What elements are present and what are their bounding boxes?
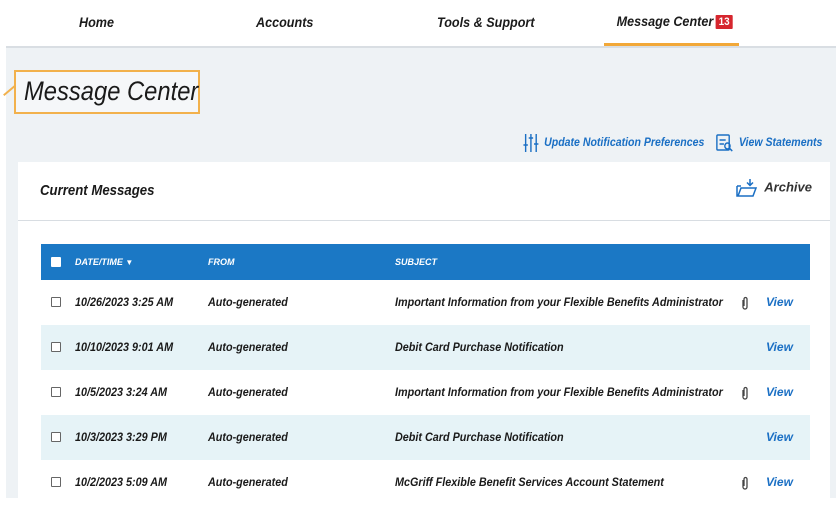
nav-message-center-label: Message Center <box>616 13 714 29</box>
row-checkbox[interactable] <box>51 297 61 307</box>
row-date: 10/2/2023 5:09 AM <box>75 475 168 489</box>
row-subject: Debit Card Purchase Notification <box>395 430 564 444</box>
archive-folder-icon <box>736 179 758 197</box>
row-from: Auto-generated <box>208 430 288 444</box>
row-subject: Debit Card Purchase Notification <box>395 340 564 354</box>
column-header-date-label: Date/Time <box>75 257 123 267</box>
messages-table: Date/Time ▼ From Subject 10/26/2023 3:25… <box>41 244 810 505</box>
view-message-link[interactable]: View <box>766 280 793 325</box>
column-header-date[interactable]: Date/Time ▼ <box>75 244 133 281</box>
top-nav: Home Accounts Tools & Support Message Ce… <box>0 0 836 46</box>
row-date: 10/10/2023 9:01 AM <box>75 340 174 354</box>
archive-button[interactable]: Archive <box>736 178 812 198</box>
row-date: 10/3/2023 3:29 PM <box>75 430 167 444</box>
table-row[interactable]: 10/26/2023 3:25 AM Auto-generated Import… <box>41 280 810 325</box>
table-row[interactable]: 10/10/2023 9:01 AM Auto-generated Debit … <box>41 325 810 370</box>
row-checkbox[interactable] <box>51 477 61 487</box>
row-from: Auto-generated <box>208 340 288 354</box>
view-message-link[interactable]: View <box>766 325 793 370</box>
page-title-box: Message Center <box>14 70 200 114</box>
row-subject: Important Information from your Flexible… <box>395 295 723 309</box>
row-checkbox[interactable] <box>51 432 61 442</box>
nav-home[interactable]: Home <box>79 0 114 46</box>
table-header: Date/Time ▼ From Subject <box>41 244 810 280</box>
row-from: Auto-generated <box>208 475 288 489</box>
row-subject: McGriff Flexible Benefit Services Accoun… <box>395 475 664 489</box>
row-date: 10/26/2023 3:25 AM <box>75 295 174 309</box>
nav-message-center[interactable]: Message Center 13 <box>604 0 739 46</box>
column-header-from: From <box>208 257 235 267</box>
page-title: Message Center <box>24 76 199 106</box>
nav-accounts[interactable]: Accounts <box>256 0 313 46</box>
row-date: 10/5/2023 3:24 AM <box>75 385 168 399</box>
view-statements-label: View Statements <box>738 135 823 149</box>
update-notification-preferences-link[interactable]: Update Notification Preferences <box>523 131 704 153</box>
nav-tools-support[interactable]: Tools & Support <box>437 0 535 46</box>
messages-panel: Current Messages Archive Date/Time ▼ Fro… <box>18 162 830 498</box>
row-checkbox[interactable] <box>51 387 61 397</box>
sliders-icon <box>523 133 539 152</box>
paperclip-icon <box>742 386 748 400</box>
panel-title: Current Messages <box>40 182 155 199</box>
row-subject: Important Information from your Flexible… <box>395 385 723 399</box>
row-from: Auto-generated <box>208 295 288 309</box>
paperclip-icon <box>742 476 748 490</box>
view-message-link[interactable]: View <box>766 460 793 505</box>
paperclip-icon <box>742 296 748 310</box>
statement-icon <box>716 134 733 152</box>
column-header-subject: Subject <box>395 257 438 267</box>
view-message-link[interactable]: View <box>766 415 793 460</box>
unread-count-badge: 13 <box>715 15 733 29</box>
archive-label: Archive <box>764 179 812 195</box>
panel-header: Current Messages Archive <box>18 162 830 221</box>
row-from: Auto-generated <box>208 385 288 399</box>
view-statements-link[interactable]: View Statements <box>716 131 822 153</box>
table-row[interactable]: 10/2/2023 5:09 AM Auto-generated McGriff… <box>41 460 810 505</box>
sort-caret-icon: ▼ <box>125 258 134 267</box>
update-notification-preferences-label: Update Notification Preferences <box>544 135 705 149</box>
table-row[interactable]: 10/5/2023 3:24 AM Auto-generated Importa… <box>41 370 810 415</box>
table-row[interactable]: 10/3/2023 3:29 PM Auto-generated Debit C… <box>41 415 810 460</box>
view-message-link[interactable]: View <box>766 370 793 415</box>
select-all-checkbox[interactable] <box>51 257 61 267</box>
row-checkbox[interactable] <box>51 342 61 352</box>
